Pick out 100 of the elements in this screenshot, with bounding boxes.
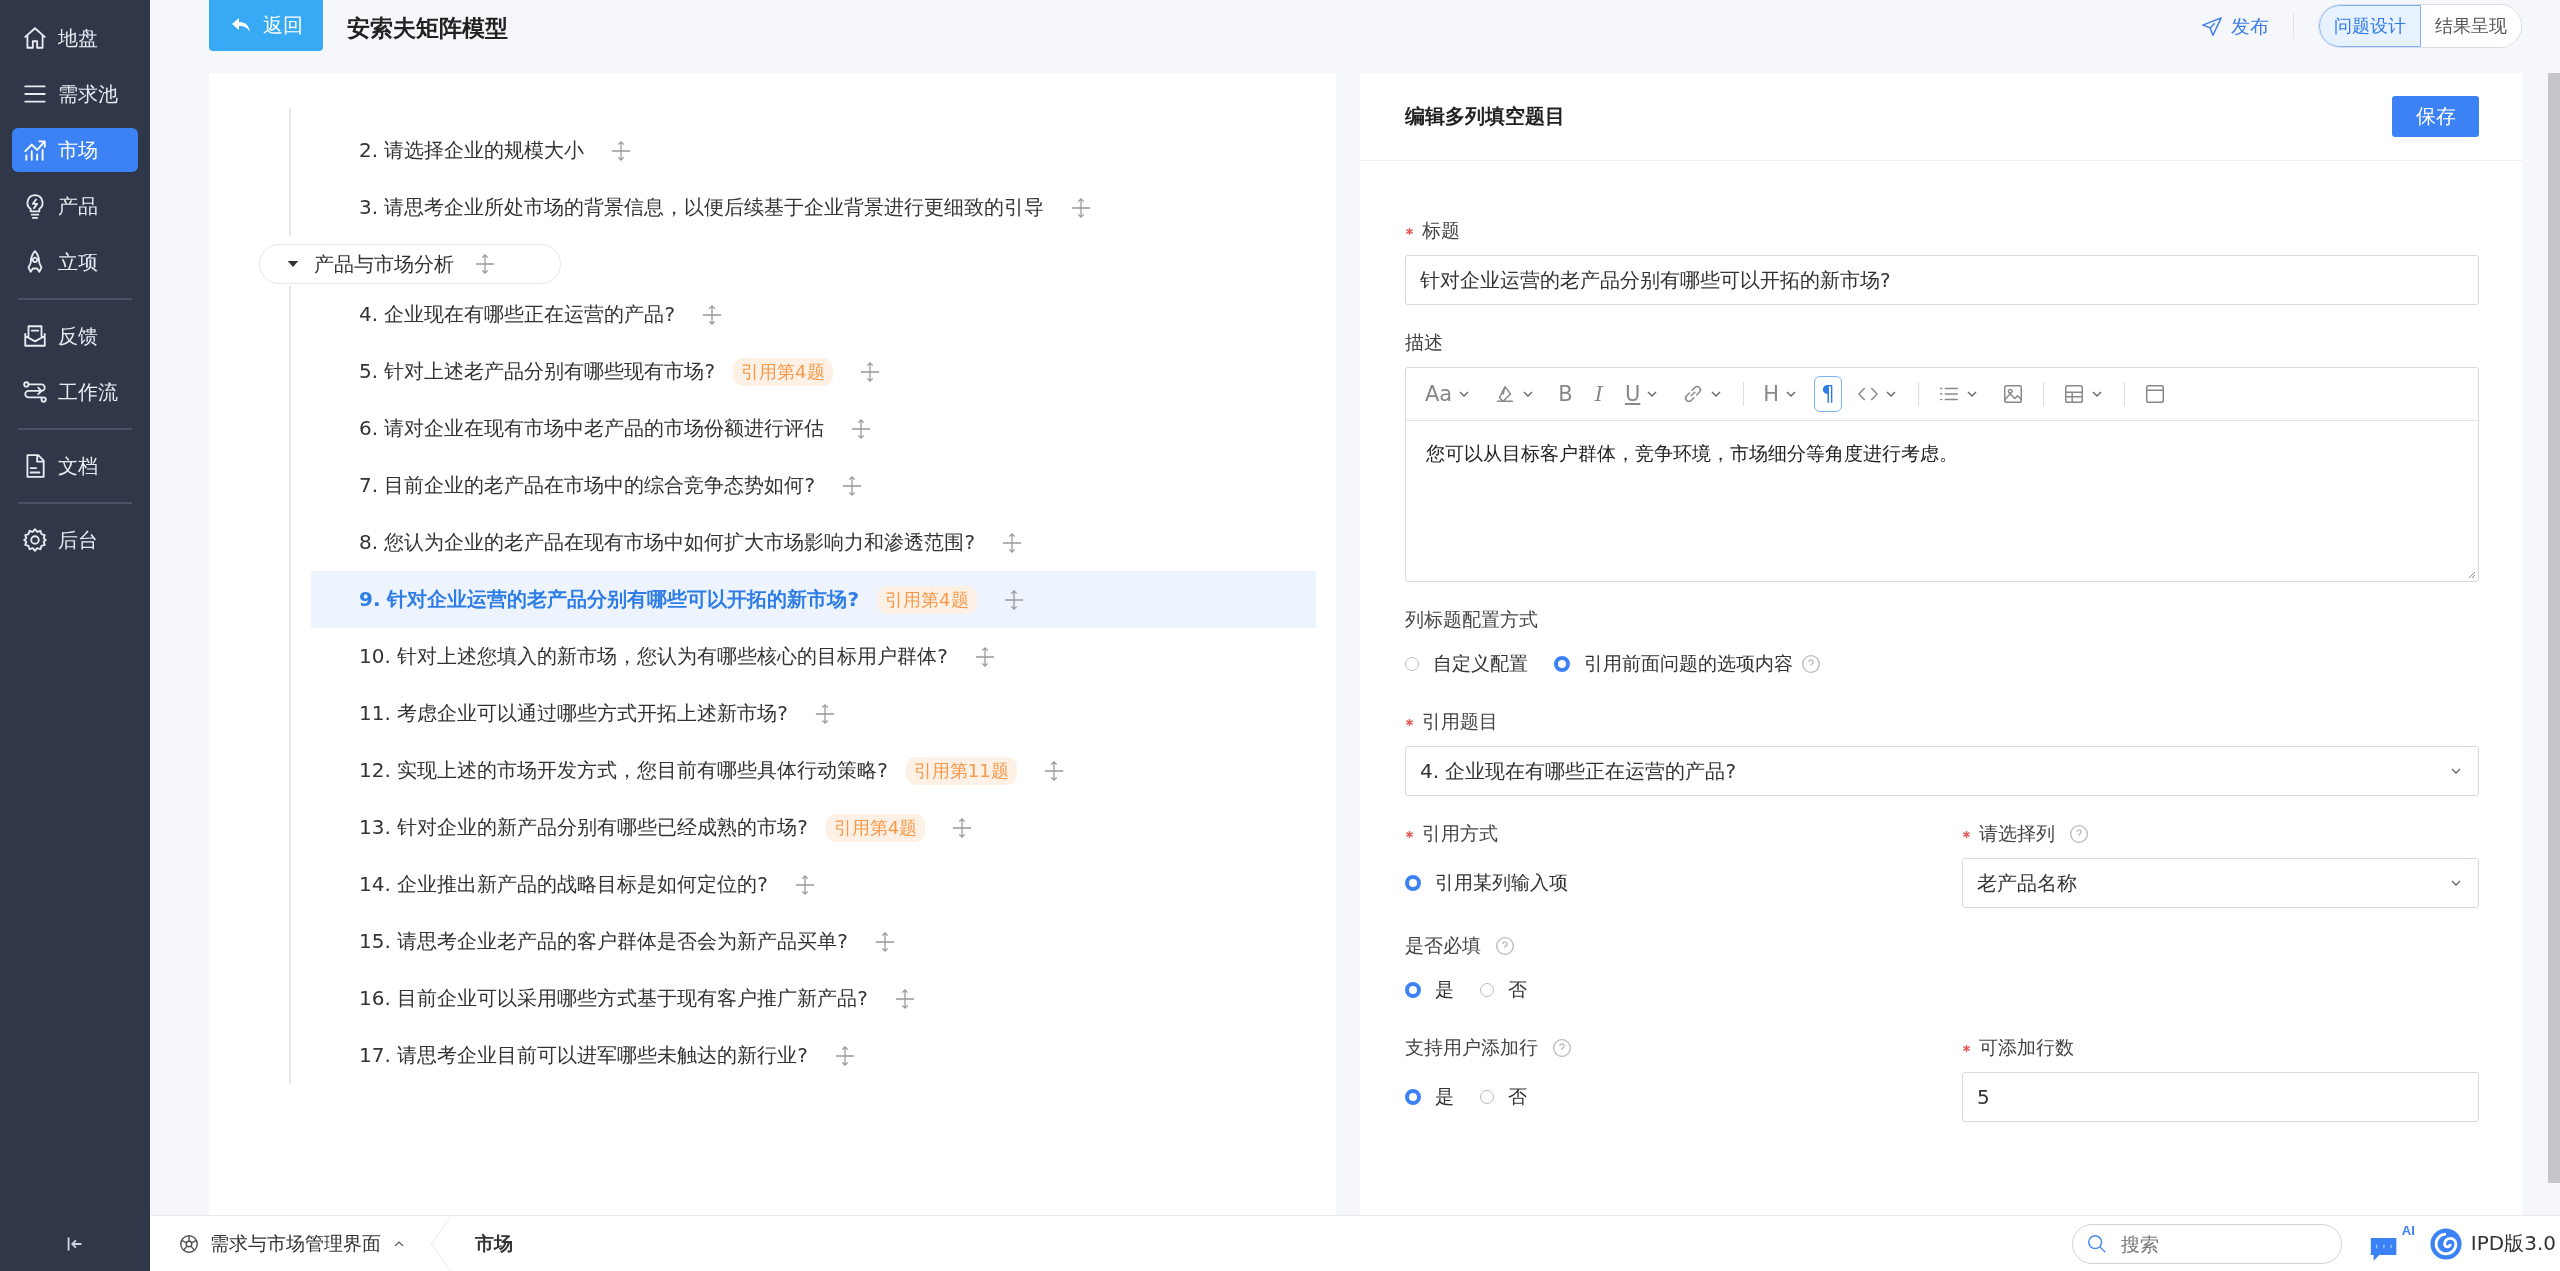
radio-option[interactable]: 是: [1405, 1084, 1454, 1110]
move-icon[interactable]: [873, 930, 896, 953]
radio-button[interactable]: [1405, 982, 1421, 998]
help-icon[interactable]: [2069, 824, 2089, 844]
publish-link[interactable]: 发布: [2201, 14, 2269, 40]
question-item[interactable]: 16. 目前企业可以采用哪些方式基于现有客户推广新产品?: [311, 970, 1316, 1027]
home-icon: [22, 25, 48, 51]
question-item[interactable]: 10. 针对上述您填入的新市场，您认为有哪些核心的目标用户群体?: [311, 628, 1316, 685]
field-label: 标题: [1422, 218, 1460, 243]
move-icon[interactable]: [793, 873, 816, 896]
help-icon[interactable]: [1801, 654, 1821, 674]
row-count-input[interactable]: 5: [1962, 1072, 2479, 1122]
radio-option[interactable]: 引用前面问题的选项内容: [1554, 651, 1793, 677]
reference-tag: 引用第4题: [877, 585, 977, 614]
window-icon: [2143, 383, 2166, 405]
radio-option[interactable]: 自定义配置: [1405, 651, 1528, 677]
search-field[interactable]: 搜索: [2071, 1223, 2342, 1264]
radio-button[interactable]: [1554, 656, 1570, 672]
move-icon[interactable]: [973, 645, 996, 668]
move-icon[interactable]: [701, 303, 724, 326]
nav-item[interactable]: 地盘: [12, 16, 138, 60]
field-label: 请选择列: [1979, 821, 2055, 846]
toolbar-button[interactable]: H: [1756, 376, 1807, 412]
question-item[interactable]: 6. 请对企业在现有市场中老产品的市场份额进行评估: [311, 400, 1316, 457]
move-icon[interactable]: [1002, 588, 1025, 611]
nav-item[interactable]: 反馈: [12, 314, 138, 358]
radio-option[interactable]: 是: [1405, 977, 1454, 1003]
question-item[interactable]: 14. 企业推出新产品的战略目标是如何定位的?: [311, 856, 1316, 913]
breadcrumb-item[interactable]: 市场: [465, 1230, 523, 1257]
nav-item[interactable]: 产品: [12, 184, 138, 228]
question-item[interactable]: 5. 针对上述老产品分别有哪些现有市场? 引用第4题: [311, 343, 1316, 400]
radio-button[interactable]: [1405, 1089, 1421, 1105]
move-icon[interactable]: [951, 816, 974, 839]
question-item[interactable]: 4. 企业现在有哪些正在运营的产品?: [311, 286, 1316, 343]
resize-handle-icon[interactable]: [2466, 569, 2476, 579]
workflow-icon: [22, 379, 48, 405]
move-icon[interactable]: [850, 417, 873, 440]
title-input[interactable]: 针对企业运营的老产品分别有哪些可以开拓的新市场?: [1405, 255, 2479, 305]
nav-item[interactable]: 需求池: [12, 72, 138, 116]
toolbar-button[interactable]: U: [1617, 376, 1668, 412]
question-item[interactable]: 11. 考虑企业可以通过哪些方式开拓上述新市场?: [311, 685, 1316, 742]
nav-item[interactable]: 立项: [12, 240, 138, 284]
help-icon[interactable]: [1552, 1038, 1572, 1058]
radio-option[interactable]: 引用某列输入项: [1405, 870, 1568, 896]
inbox-icon: [22, 323, 48, 349]
save-button[interactable]: 保存: [2392, 96, 2479, 137]
table-icon: [2062, 383, 2085, 405]
question-item[interactable]: 12. 实现上述的市场开发方式，您目前有哪些具体行动策略? 引用第11题: [311, 742, 1316, 799]
swirl-logo-icon: [2428, 1226, 2463, 1261]
nav-item[interactable]: 市场: [12, 128, 138, 172]
radio-option[interactable]: 否: [1480, 1084, 1527, 1110]
question-item[interactable]: 9. 针对企业运营的老产品分别有哪些可以开拓的新市场? 引用第4题: [311, 571, 1316, 628]
radio-button[interactable]: [1405, 875, 1421, 891]
question-item[interactable]: 17. 请思考企业目前可以进军哪些未触达的新行业?: [311, 1027, 1316, 1084]
panel-title: 编辑多列填空题目: [1405, 103, 1565, 130]
breadcrumb-item[interactable]: 需求与市场管理界面: [178, 1230, 417, 1257]
column-select[interactable]: 老产品名称: [1962, 858, 2479, 908]
send-icon: [2201, 16, 2223, 38]
reference-tag: 引用第4题: [825, 813, 926, 842]
nav-item[interactable]: 工作流: [12, 370, 138, 414]
description-text: 您可以从目标客户群体，竞争环境，市场细分等角度进行考虑。: [1425, 441, 1959, 466]
toolbar-button[interactable]: I: [1587, 376, 1610, 412]
toolbar-button[interactable]: B: [1551, 376, 1580, 412]
move-icon[interactable]: [813, 702, 836, 725]
question-item[interactable]: 3. 请思考企业所处市场的背景信息，以便后续基于企业背景进行更细致的引导: [311, 179, 1316, 236]
nav-item[interactable]: 后台: [12, 518, 138, 562]
question-item[interactable]: 2. 请选择企业的规模大小: [311, 122, 1316, 179]
view-tab[interactable]: 问题设计: [2319, 5, 2421, 47]
move-icon[interactable]: [474, 253, 496, 275]
question-item[interactable]: 13. 针对企业的新产品分别有哪些已经成熟的市场? 引用第4题: [311, 799, 1316, 856]
move-icon[interactable]: [841, 474, 864, 497]
chart-icon: [22, 137, 48, 163]
radio-option[interactable]: 否: [1480, 977, 1527, 1003]
move-icon[interactable]: [858, 360, 881, 383]
question-item[interactable]: 7. 目前企业的老产品在市场中的综合竞争态势如何?: [311, 457, 1316, 514]
toolbar-button[interactable]: Aa: [1418, 376, 1480, 412]
question-item[interactable]: 15. 请思考企业老产品的客户群体是否会为新产品买单?: [311, 913, 1316, 970]
move-icon[interactable]: [610, 139, 633, 162]
field-label: 描述: [1405, 330, 1443, 355]
ai-chat-button[interactable]: AI: [2367, 1222, 2415, 1265]
field-label: 引用方式: [1422, 821, 1498, 846]
reference-tag: 引用第4题: [733, 357, 833, 386]
nav-item[interactable]: 文档: [12, 444, 138, 488]
page-title: 安索夫矩阵模型: [347, 14, 508, 43]
aperture-icon: [178, 1232, 200, 1255]
reference-tag: 引用第11题: [905, 756, 1017, 785]
rich-text-editor[interactable]: Aa B I U H ¶ 您可以从目标客户群体，竞争环境，市场细分等角度进行考虑。: [1405, 367, 2479, 582]
toolbar-button[interactable]: ¶: [1814, 376, 1842, 412]
move-icon[interactable]: [1001, 531, 1024, 554]
field-label: 是否必填: [1405, 933, 1481, 958]
scrollbar-thumb[interactable]: [2548, 73, 2560, 1183]
field-label: 可添加行数: [1979, 1035, 2074, 1060]
question-select[interactable]: 4. 企业现在有哪些正在运营的产品?: [1405, 746, 2479, 796]
move-icon[interactable]: [833, 1044, 856, 1067]
move-icon[interactable]: [1042, 759, 1065, 782]
help-icon[interactable]: [1495, 936, 1515, 956]
version-label: IPD版3.0: [2470, 1230, 2556, 1257]
move-icon[interactable]: [1070, 196, 1093, 219]
question-item[interactable]: 8. 您认为企业的老产品在现有市场中如何扩大市场影响力和渗透范围?: [311, 514, 1316, 571]
move-icon[interactable]: [893, 987, 916, 1010]
